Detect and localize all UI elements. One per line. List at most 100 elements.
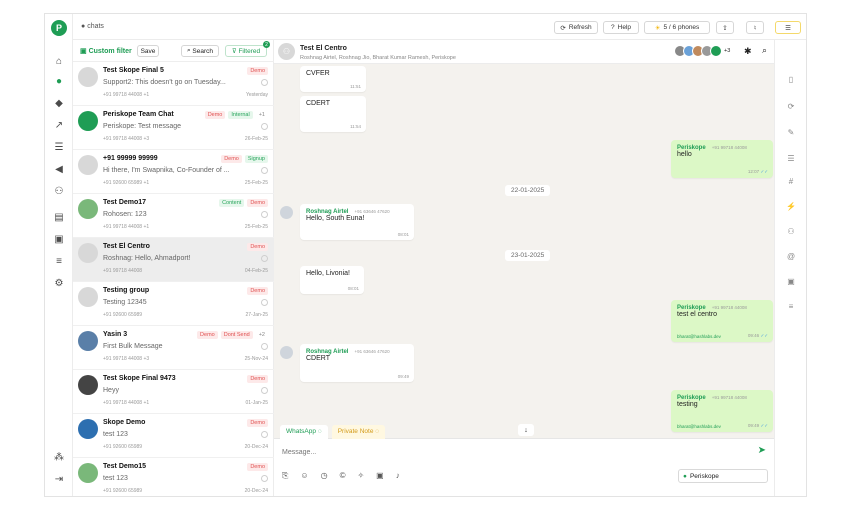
team-icon[interactable]: ⚇ [784, 225, 798, 237]
media-icon[interactable]: ▣ [784, 275, 798, 287]
filtered-button[interactable]: ⊽ Filtered [225, 45, 267, 57]
member-avatars[interactable]: +3 [674, 45, 730, 57]
message-bubble[interactable]: Roshnag Airtel +91 63646 47620 CDERT 09:4… [300, 344, 414, 382]
group-avatar[interactable]: ⚇ [278, 43, 295, 60]
label-badge[interactable]: Demo [247, 375, 268, 383]
scroll-down-button[interactable]: ↓ [518, 424, 534, 436]
refresh-side-icon[interactable]: ⟳ [784, 100, 798, 112]
chat-list-item[interactable]: Yasin 3 First Bulk Message +91 99718 44008… [73, 326, 274, 370]
search-button[interactable]: ⌕ Search [181, 45, 219, 57]
tasks-icon[interactable]: ≡ [51, 254, 67, 268]
chat-search-icon[interactable]: ⌕ [762, 45, 767, 56]
ai-icon[interactable]: ✧ [357, 471, 364, 481]
chat-last-message: test 123 [103, 431, 128, 438]
attach-icon[interactable]: ⎘ [282, 471, 288, 481]
label-badge[interactable]: Demo [247, 287, 268, 295]
breadcrumb-label: chats [87, 23, 104, 30]
hashtag-icon[interactable]: # [784, 175, 798, 187]
chat-list-item[interactable]: Testing group Testing 12345 +91 92600 6598… [73, 282, 274, 326]
share-button[interactable]: ⇪ [716, 21, 734, 34]
label-badge[interactable]: Demo [204, 111, 226, 119]
label-badge[interactable]: Signup [244, 155, 268, 163]
templates-icon[interactable]: ▤ [51, 210, 67, 224]
label-badge[interactable]: +1 [256, 111, 268, 119]
menu-button[interactable]: ☰ [775, 21, 801, 34]
label-badge[interactable]: Demo [197, 331, 218, 339]
label-badge[interactable]: Content [219, 199, 245, 207]
message-bubble[interactable]: Roshnag Airtel +91 63646 47620 Hello, Sou… [300, 204, 414, 240]
org-icon[interactable]: ⁂ [51, 450, 67, 464]
pin-icon[interactable]: ✱ [744, 46, 752, 57]
notes-icon[interactable]: ☰ [784, 152, 798, 164]
label-badge[interactable]: +2 [256, 331, 268, 339]
edit-icon[interactable]: ✎ [784, 126, 798, 138]
periskope-logo-icon[interactable]: P [51, 20, 67, 36]
chat-list-item[interactable]: Test El Centro Roshnag: Hello, Ahmadport!… [73, 238, 274, 282]
panel-icon[interactable]: ▯ [784, 73, 798, 85]
save-button[interactable]: Save [137, 45, 159, 57]
emoji-icon[interactable]: ☺ [300, 471, 308, 481]
tab-private-note[interactable]: Private Note ◌ [331, 425, 386, 439]
list-icon[interactable]: ☰ [51, 140, 67, 154]
logout-icon[interactable]: ⇥ [51, 472, 67, 486]
message-bubble-outgoing[interactable]: Periskope +91 99718 44008 testing bharat@… [671, 390, 773, 432]
mic-icon[interactable]: ♪ [396, 471, 400, 481]
chat-last-message: Periskope: Test message [103, 123, 182, 130]
label-badge[interactable]: Dont Send [220, 331, 253, 339]
message-bubble-outgoing[interactable]: Periskope +91 99718 44008 hello 12:07 ✓✓ [671, 140, 773, 178]
message-text: testing [677, 401, 698, 408]
tag-icon[interactable]: ◆ [51, 96, 67, 110]
chat-list-item[interactable]: Test Skope Final 5 Support2: This doesn't… [73, 62, 274, 106]
schedule-icon[interactable]: ◷ [321, 471, 328, 481]
chat-list-item[interactable]: Periskope Team Chat Periskope: Test messa… [73, 106, 274, 150]
message-bubble[interactable]: CVFER 11:51 [300, 66, 366, 92]
chat-list-item[interactable]: Skope Demo test 123 +91 92600 65989 20-Dec-… [73, 414, 274, 458]
mute-button[interactable]: ♮ [746, 21, 764, 34]
copy-icon[interactable]: © [340, 471, 346, 481]
label-badge[interactable]: Demo [221, 155, 242, 163]
double-check-icon: ✓✓ [760, 423, 768, 428]
home-icon[interactable]: ⌂ [51, 54, 67, 68]
sender-select-label: Periskope [689, 472, 719, 480]
folder-icon[interactable]: ▣ [51, 232, 67, 246]
label-badge[interactable]: Demo [247, 67, 268, 75]
message-bubble[interactable]: Hello, Livonia! 08:01 [300, 266, 364, 294]
chat-list-item[interactable]: Test Skope Final 9473 Heyy +91 99718 44008… [73, 370, 274, 414]
chat-tags: Demo [247, 67, 268, 75]
phones-button[interactable]: ☀ 5 / 6 phones [644, 21, 710, 34]
share-icon: ⇪ [722, 24, 728, 32]
label-badge[interactable]: Demo [247, 199, 268, 207]
mention-icon[interactable]: @ [784, 250, 798, 262]
template-icon[interactable]: ▣ [376, 471, 384, 481]
label-badge[interactable]: Demo [247, 243, 268, 251]
message-author-email: bharat@hashlabs.dev [677, 424, 721, 429]
tab-whatsapp[interactable]: WhatsApp ◌ [280, 425, 328, 439]
chat-list-item[interactable]: +91 99999 99999 Hi there, I'm Swapnika, C… [73, 150, 274, 194]
chat-list-item[interactable]: Test Demo17 Rohosen: 123 +91 99718 44008 +… [73, 194, 274, 238]
chat-list-item[interactable]: Test Demo15 test 123 +91 92600 65989 20-Dec… [73, 458, 274, 496]
message-bubble[interactable]: CDERT 11:54 [300, 96, 366, 132]
help-button[interactable]: ? Help [603, 21, 639, 34]
broadcast-icon[interactable]: ◀ [51, 162, 67, 176]
sender-select[interactable]: ● Periskope [678, 469, 768, 483]
info-icon: ◌ [375, 428, 380, 435]
message-input[interactable] [282, 445, 742, 459]
chat-title[interactable]: Test El Centro [300, 45, 347, 52]
label-badge[interactable]: Internal [228, 111, 253, 119]
refresh-button[interactable]: ⟳ Refresh [554, 21, 598, 34]
analytics-icon[interactable]: ↗ [51, 118, 67, 132]
send-icon[interactable]: ➤ [758, 445, 766, 456]
contacts-icon[interactable]: ⚇ [51, 184, 67, 198]
unread-indicator-icon [261, 431, 268, 438]
integrations-icon[interactable]: ⚡ [784, 200, 798, 212]
custom-filter-label[interactable]: ▣ Custom filter [80, 47, 132, 55]
label-badge[interactable]: Demo [247, 419, 268, 427]
label-badge[interactable]: Demo [247, 463, 268, 471]
filter-list-icon[interactable]: ≡ [784, 300, 798, 312]
message-time: 12:07 [747, 169, 760, 174]
chat-last-message: Hi there, I'm Swapnika, Co-Founder of ..… [103, 167, 230, 174]
settings-icon[interactable]: ⚙ [51, 276, 67, 290]
message-text: Hello, Livonia! [306, 270, 350, 277]
chats-icon[interactable]: ● [51, 74, 67, 88]
message-bubble-outgoing[interactable]: Periskope +91 99718 44008 test el centro … [671, 300, 773, 342]
